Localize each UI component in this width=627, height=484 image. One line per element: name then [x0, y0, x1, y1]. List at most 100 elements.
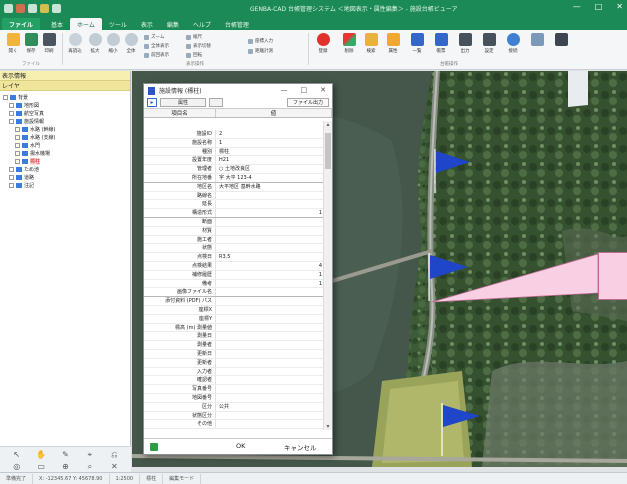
attribute-value[interactable] [216, 271, 314, 279]
dialog-maximize-button[interactable]: □ [301, 86, 308, 94]
tab-tools[interactable]: ツール [102, 18, 134, 30]
dialog-minimize-button[interactable]: — [281, 86, 288, 94]
undo-quick-icon[interactable] [28, 3, 37, 13]
attribute-value[interactable]: 字 大平 123-4 [216, 174, 314, 182]
zoom-in-button[interactable]: 拡大 [86, 33, 104, 54]
ribbon-rotate-item[interactable]: 回転 [186, 52, 202, 58]
attribute-value[interactable] [216, 315, 314, 323]
attribute-row[interactable]: 測量者 [144, 341, 324, 350]
attribute-row[interactable]: その他 [144, 420, 324, 430]
tab-edit[interactable]: 編集 [160, 18, 186, 30]
save-button[interactable]: 保存 [22, 33, 40, 54]
dialog-field-button[interactable] [209, 98, 223, 107]
attribute-value[interactable] [216, 350, 314, 358]
add-record-icon[interactable] [150, 442, 158, 451]
attribute-row[interactable]: 断面 [144, 217, 324, 227]
attribute-row[interactable]: 所在地番字 大平 123-4 [144, 173, 324, 183]
attribute-value[interactable] [216, 244, 314, 252]
attribute-row[interactable]: 座標Y [144, 314, 324, 324]
attribute-row[interactable]: 補修履歴 1 [144, 270, 324, 280]
print-button[interactable]: 印刷 [40, 33, 58, 54]
ribbon-zoom-item[interactable]: ズーム [144, 34, 164, 40]
tab-basic[interactable]: 基本 [44, 18, 70, 30]
register-button[interactable]: 登録 [314, 33, 332, 54]
attribute-value[interactable]: 公共 [216, 403, 314, 411]
attribute-value[interactable] [216, 288, 314, 296]
expand-checkbox-icon[interactable] [9, 102, 14, 108]
draw-tool[interactable]: ✎ [55, 450, 76, 459]
attribute-row[interactable]: 備考 1 [144, 279, 324, 289]
pointer-tool[interactable]: ↖ [6, 450, 27, 459]
attribute-row[interactable]: 標高 (m) 測量値 [144, 323, 324, 333]
tab-file[interactable]: ファイル [2, 18, 41, 30]
settings-button[interactable]: 設定 [480, 33, 498, 54]
grid-header-value[interactable]: 値 [216, 109, 332, 117]
scroll-up-icon[interactable]: ▴ [324, 121, 332, 128]
ribbon-prevview-item[interactable]: 前回表示 [144, 52, 169, 58]
ribbon-fullview-item[interactable]: 全体表示 [144, 43, 169, 49]
attribute-button[interactable]: 属性 [384, 33, 402, 54]
attribute-row[interactable]: 設置年度 H21 [144, 156, 324, 166]
ribbon-measure-item[interactable]: 距離計測 [248, 48, 273, 54]
attribute-value[interactable]: 大平地区 基幹水路 [216, 183, 314, 191]
add-tool[interactable]: ⊕ [55, 462, 76, 471]
dialog-close-button[interactable]: ✕ [320, 86, 326, 94]
zoom-all-button[interactable]: 全体 [122, 33, 140, 54]
grid-scrollbar[interactable]: ▴ ▾ [323, 121, 332, 430]
expand-checkbox-icon[interactable] [15, 150, 20, 156]
expand-checkbox-icon[interactable] [9, 174, 14, 180]
attribute-value[interactable] [216, 236, 314, 244]
attribute-row[interactable]: 更新日 [144, 349, 324, 359]
layer-tree-item[interactable]: 背景 [0, 93, 130, 101]
connect-button[interactable]: 接続 [504, 33, 522, 54]
circle-tool[interactable]: ◎ [6, 462, 27, 471]
open-button[interactable]: 開く [4, 33, 22, 54]
layer-tree-item[interactable]: 水路 (支線) [0, 133, 130, 141]
attribute-row[interactable]: 点検日 R3.5 [144, 253, 324, 262]
undo-tool[interactable]: ⎌ [104, 450, 125, 459]
attribute-row[interactable]: 画像ファイル名 [144, 288, 324, 298]
attribute-value[interactable] [216, 332, 314, 340]
cancel-button[interactable]: キャンセル [284, 442, 317, 452]
expand-checkbox-icon[interactable] [9, 110, 14, 116]
maximize-button[interactable]: □ [595, 2, 603, 11]
attribute-value[interactable] [216, 376, 314, 384]
layer-tree-item[interactable]: 道路 [0, 173, 130, 181]
locate-tool[interactable]: ⌖ [79, 450, 100, 459]
attribute-value[interactable] [216, 412, 314, 420]
attribute-row[interactable]: 点検結果 4 [144, 261, 324, 271]
attribute-value[interactable] [216, 218, 314, 226]
rect-tool[interactable]: ▭ [30, 462, 51, 471]
dialog-export-button[interactable]: ファイル出力 [287, 98, 329, 107]
scroll-down-icon[interactable]: ▾ [324, 423, 332, 430]
tab-help[interactable]: ヘルプ [186, 18, 218, 30]
expand-checkbox-icon[interactable] [9, 118, 14, 124]
layer-tree-item[interactable]: 注記 [0, 181, 130, 189]
attribute-value[interactable]: 1 [216, 139, 314, 147]
attribute-row[interactable]: 更新者 [144, 358, 324, 368]
attribute-value[interactable] [216, 227, 314, 235]
layer-tree-item[interactable]: 揚水機場 [0, 149, 130, 157]
attribute-row[interactable]: 状態区分 [144, 411, 324, 421]
attribute-value[interactable]: R3.5 [216, 253, 314, 261]
attribute-row[interactable]: 種別 標柱 [144, 147, 324, 157]
attribute-value[interactable] [216, 359, 314, 367]
attribute-row[interactable]: 入力者 [144, 367, 324, 377]
output-button[interactable]: 出力 [456, 33, 474, 54]
attribute-value[interactable] [216, 420, 314, 428]
expand-checkbox-icon[interactable] [15, 134, 20, 140]
layer-tree-item[interactable]: ため池 [0, 165, 130, 173]
attribute-row[interactable]: 延長 [144, 200, 324, 210]
attribute-value[interactable]: ○ 土地改良区 [216, 165, 314, 173]
expand-checkbox-icon[interactable] [9, 182, 14, 188]
tab-home[interactable]: ホーム [70, 18, 102, 30]
extra-button-1[interactable] [528, 33, 546, 46]
attribute-value[interactable] [216, 200, 314, 208]
layer-tree-item[interactable]: 施設情報 [0, 117, 130, 125]
search-button[interactable]: 検索 [362, 33, 380, 54]
attribute-value[interactable] [216, 262, 314, 270]
minimize-button[interactable]: — [573, 2, 581, 11]
attribute-row[interactable]: 地図番号 [144, 393, 324, 403]
customize-quick-icon[interactable] [52, 3, 61, 13]
expand-checkbox-icon[interactable] [15, 126, 20, 132]
